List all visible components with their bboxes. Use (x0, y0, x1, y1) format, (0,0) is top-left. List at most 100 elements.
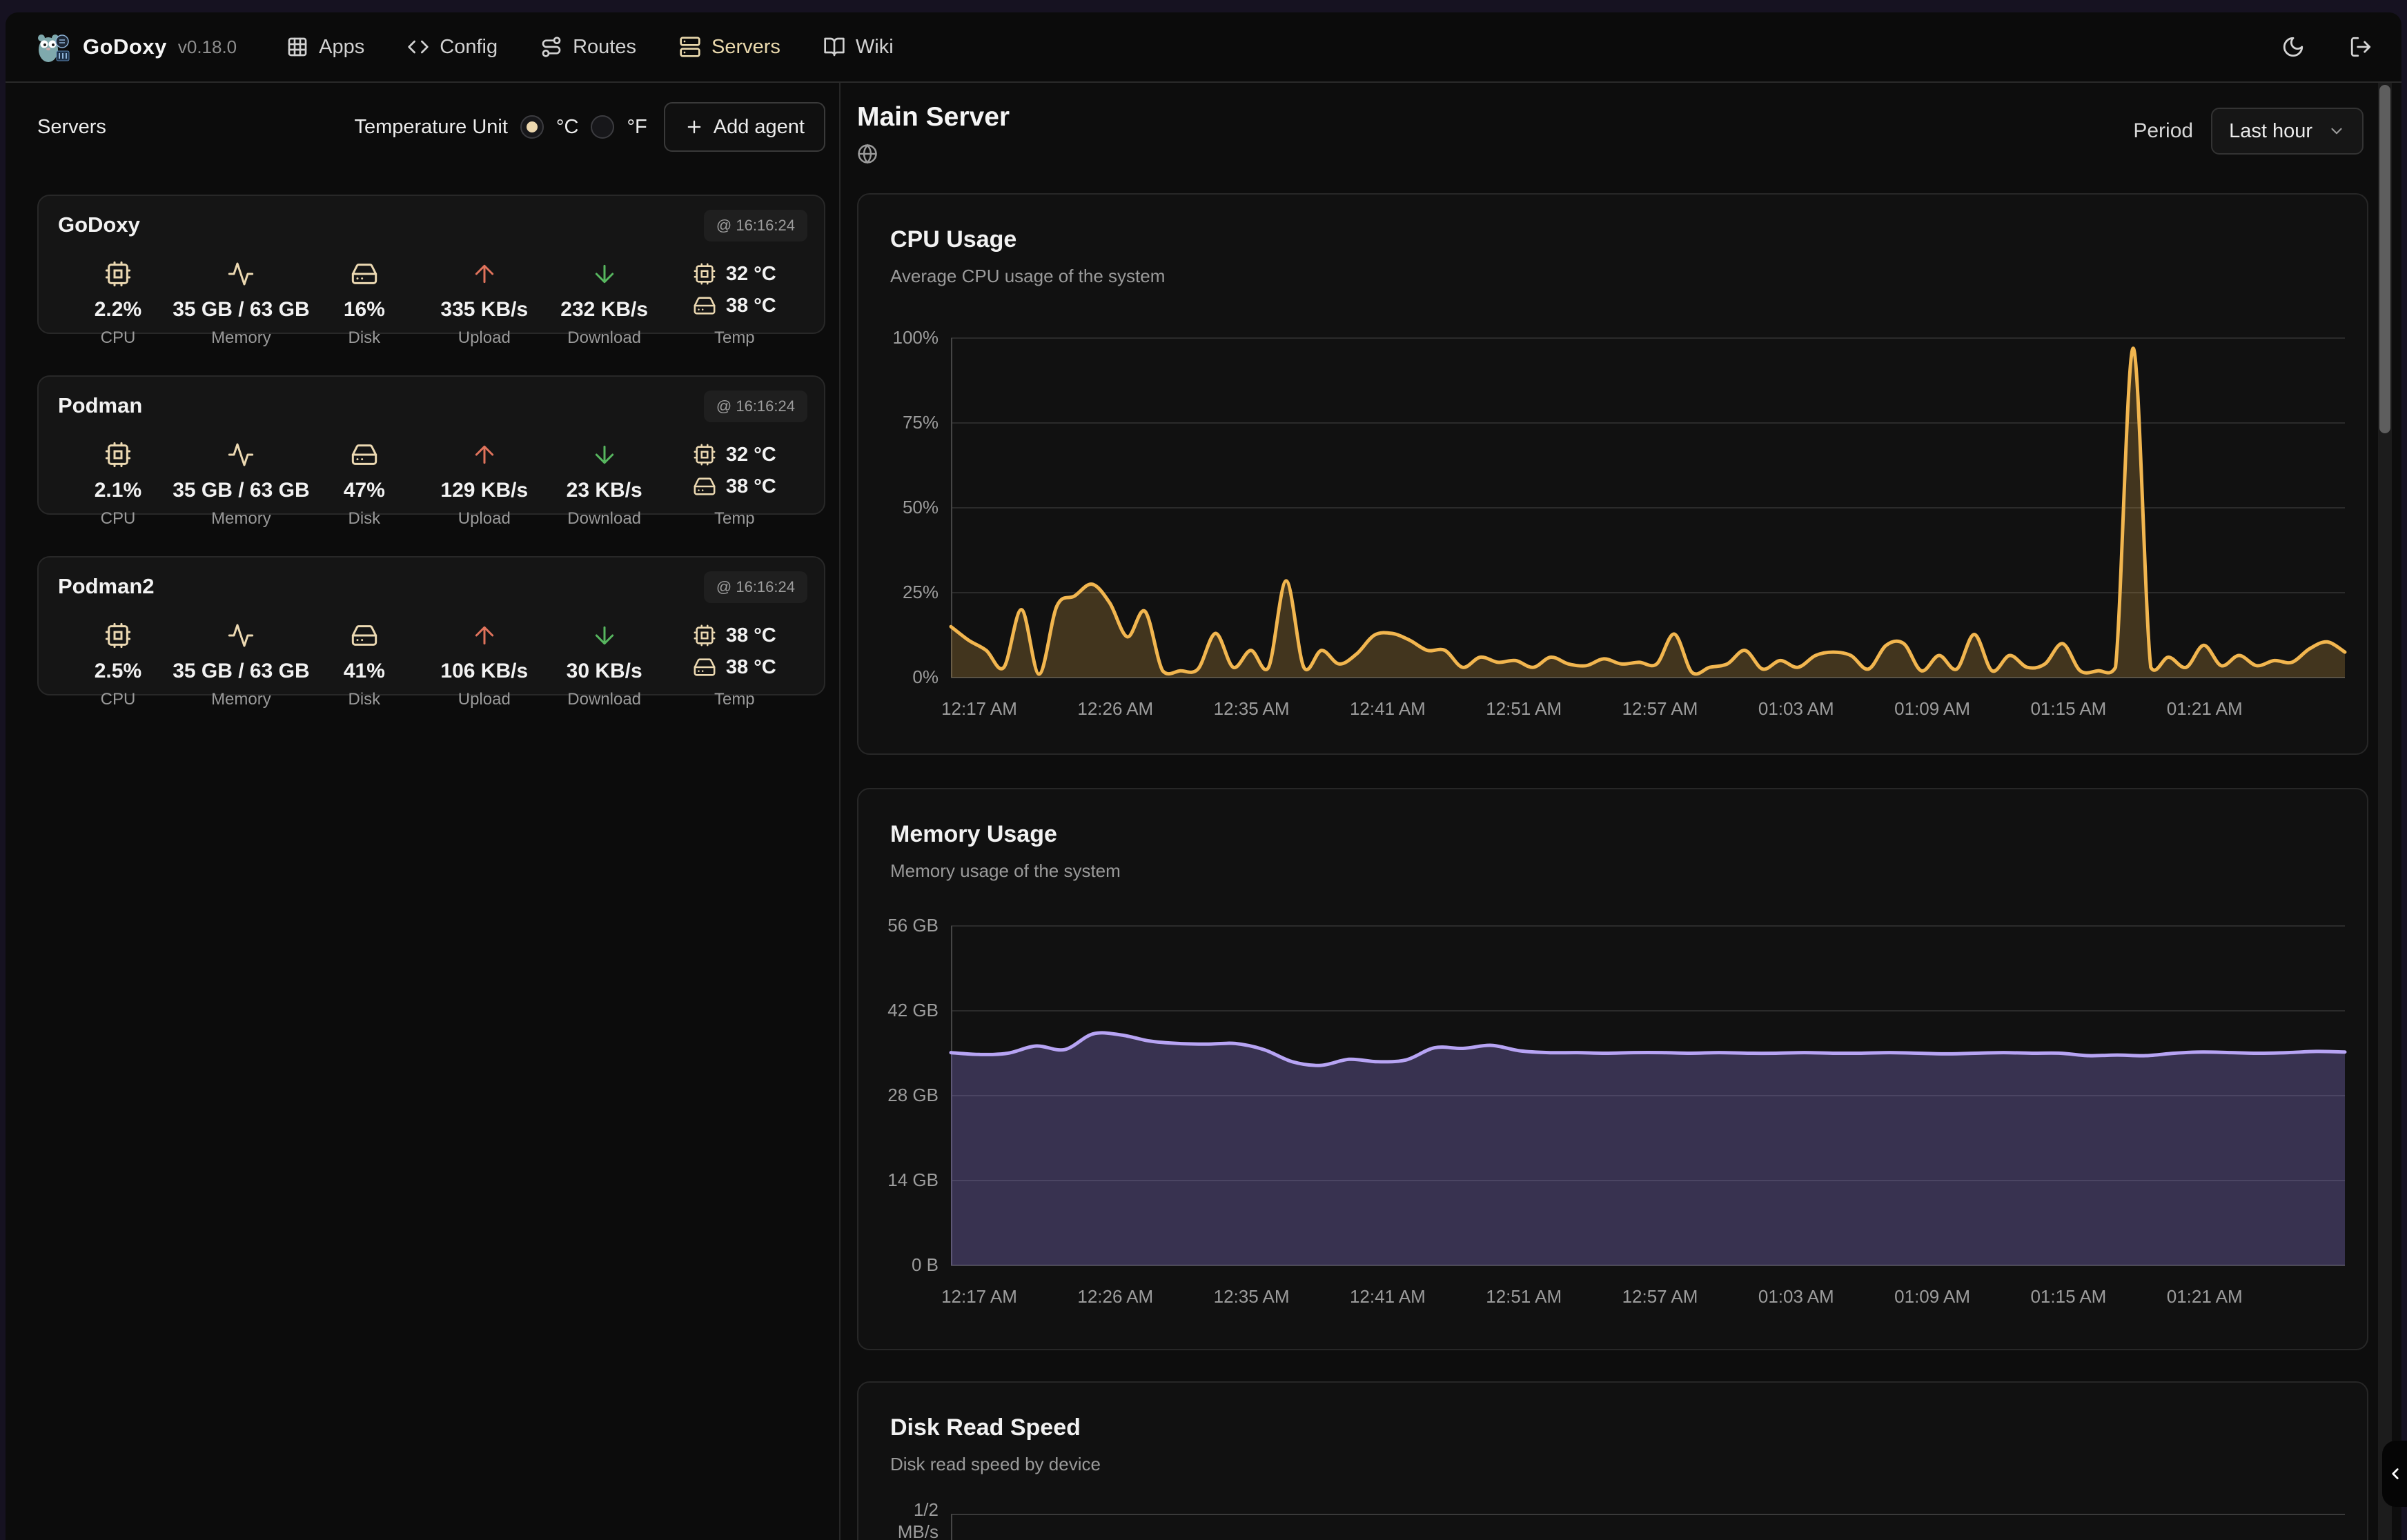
upload-value: 335 KB/s (440, 298, 528, 322)
app-window: GoDoxy v0.18.0 Apps Config Routes Server… (6, 12, 2401, 1540)
disk-label: Disk (348, 328, 381, 348)
server-card-podman[interactable]: Podman @ 16:16:24 2.1%CPU 35 GB / 63 GBM… (37, 375, 825, 515)
chevron-down-icon (2328, 122, 2346, 140)
x-axis-tick-label: 12:26 AM (1077, 1286, 1153, 1307)
nav-tab-servers[interactable]: Servers (679, 36, 780, 59)
x-axis-tick-label: 01:21 AM (2167, 698, 2243, 720)
server-timestamp-badge: @ 16:16:24 (704, 391, 807, 422)
x-axis-tick-label: 12:17 AM (941, 1286, 1017, 1307)
upload-label: Upload (458, 328, 511, 348)
period-control: Period Last hour (2133, 108, 2364, 155)
y-axis-tick-label: 56 GB (858, 915, 939, 936)
add-agent-button[interactable]: Add agent (664, 102, 825, 152)
y-axis-tick-label: 75% (858, 412, 939, 433)
x-axis-tick-label: 12:41 AM (1350, 698, 1426, 720)
cpu-label: CPU (101, 690, 136, 709)
godoxy-logo (35, 29, 70, 65)
route-icon (540, 36, 562, 58)
cpu-label: CPU (101, 328, 136, 348)
server-name: Podman2 (58, 574, 805, 599)
stat-upload: 106 KB/s Upload (424, 620, 544, 709)
cpu-value: 2.5% (95, 660, 141, 683)
app-version: v0.18.0 (178, 37, 237, 58)
arrow-up-icon (471, 260, 498, 288)
download-value: 23 KB/s (567, 479, 642, 502)
server-name: Podman (58, 393, 805, 418)
hard-drive-icon (351, 260, 378, 288)
period-label: Period (2133, 119, 2193, 143)
sidebar-title: Servers (37, 116, 106, 139)
cpu-label: CPU (101, 509, 136, 529)
memory-label: Memory (211, 690, 271, 709)
grid-icon (286, 36, 308, 58)
server-card-podman2[interactable]: Podman2 @ 16:16:24 2.5%CPU 35 GB / 63 GB… (37, 556, 825, 695)
x-axis-tick-label: 01:09 AM (1894, 1286, 1970, 1307)
stat-upload: 335 KB/s Upload (424, 258, 544, 348)
nav-tab-wiki[interactable]: Wiki (823, 36, 894, 59)
upload-label: Upload (458, 509, 511, 529)
stat-cpu: 2.1% CPU (58, 439, 178, 529)
navbar-actions (2281, 35, 2372, 59)
server-card-godoxy[interactable]: GoDoxy @ 16:16:24 2.2%CPU 35 GB / 63 GBM… (37, 195, 825, 334)
cpu-temp-value: 38 °C (726, 624, 776, 647)
x-axis-tick-label: 12:35 AM (1214, 1286, 1290, 1307)
upload-value: 106 KB/s (440, 660, 528, 683)
x-axis-tick-label: 01:21 AM (2167, 1286, 2243, 1307)
download-label: Download (567, 509, 641, 529)
x-axis-tick-label: 12:51 AM (1486, 1286, 1562, 1307)
sidebar-header: Servers Temperature Unit °C °F Add agent (37, 101, 825, 153)
nav-tab-routes[interactable]: Routes (540, 36, 636, 59)
stat-memory: 35 GB / 63 GBMemory (178, 439, 304, 529)
disk-label: Disk (348, 509, 381, 529)
stat-temp: 38 °C 38 °C Temp (665, 620, 805, 709)
hard-drive-icon (693, 655, 716, 679)
download-label: Download (567, 328, 641, 348)
temperature-unit-label: Temperature Unit (354, 116, 507, 139)
y-axis-tick-label: 14 GB (858, 1169, 939, 1191)
stat-temp: 32 °C 38 °C Temp (665, 258, 805, 348)
x-axis-tick-label: 12:26 AM (1077, 698, 1153, 720)
x-axis-tick-label: 12:35 AM (1214, 698, 1290, 720)
x-axis-tick-label: 12:41 AM (1350, 1286, 1426, 1307)
main-scrollbar[interactable] (2378, 83, 2392, 1540)
hard-drive-icon (693, 294, 716, 317)
logout-icon[interactable] (2349, 35, 2372, 59)
disk-temp-value: 38 °C (726, 295, 776, 317)
x-axis-tick-label: 01:03 AM (1758, 1286, 1834, 1307)
activity-icon (227, 441, 255, 468)
period-value: Last hour (2229, 120, 2312, 143)
memory-value: 35 GB / 63 GB (173, 479, 309, 502)
cpu-icon (693, 443, 716, 466)
chart-plot (951, 338, 2345, 680)
upload-label: Upload (458, 690, 511, 709)
y-axis-tick-label: 0 B (858, 1254, 939, 1276)
memory-value: 35 GB / 63 GB (173, 298, 309, 322)
period-dropdown[interactable]: Last hour (2211, 108, 2364, 155)
cpu-usage-card: CPU Usage Average CPU usage of the syste… (857, 193, 2368, 755)
hard-drive-icon (351, 441, 378, 468)
nav-tab-config[interactable]: Config (407, 36, 498, 59)
radio-fahrenheit[interactable] (591, 115, 614, 139)
plus-icon (685, 117, 704, 137)
y-axis-tick-label: 100% (858, 327, 939, 348)
x-axis-tick-label: 01:09 AM (1894, 698, 1970, 720)
cpu-value: 2.2% (95, 298, 141, 322)
scrollbar-thumb[interactable] (2379, 85, 2390, 433)
navbar: GoDoxy v0.18.0 Apps Config Routes Server… (6, 12, 2401, 81)
chart-subtitle: Memory usage of the system (890, 860, 2367, 882)
radio-celsius[interactable] (520, 115, 544, 139)
disk-temp-value: 38 °C (726, 475, 776, 498)
server-stats: 2.2%CPU 35 GB / 63 GBMemory 16%Disk 335 … (58, 258, 805, 348)
chart-subtitle: Average CPU usage of the system (890, 266, 2367, 287)
nav-tab-apps[interactable]: Apps (286, 36, 364, 59)
server-icon (679, 36, 701, 58)
x-axis-tick-label: 12:51 AM (1486, 698, 1562, 720)
arrow-up-icon (471, 441, 498, 468)
cpu-value: 2.1% (95, 479, 141, 502)
disk-read-speed-card: Disk Read Speed Disk read speed by devic… (857, 1381, 2368, 1540)
drawer-collapse-handle[interactable] (2382, 1441, 2407, 1507)
moon-icon[interactable] (2281, 35, 2305, 59)
main-panel: Main Server Period Last hour CPU Usage A… (841, 83, 2401, 1540)
chart-title: CPU Usage (890, 226, 2367, 253)
arrow-down-icon (591, 441, 618, 468)
